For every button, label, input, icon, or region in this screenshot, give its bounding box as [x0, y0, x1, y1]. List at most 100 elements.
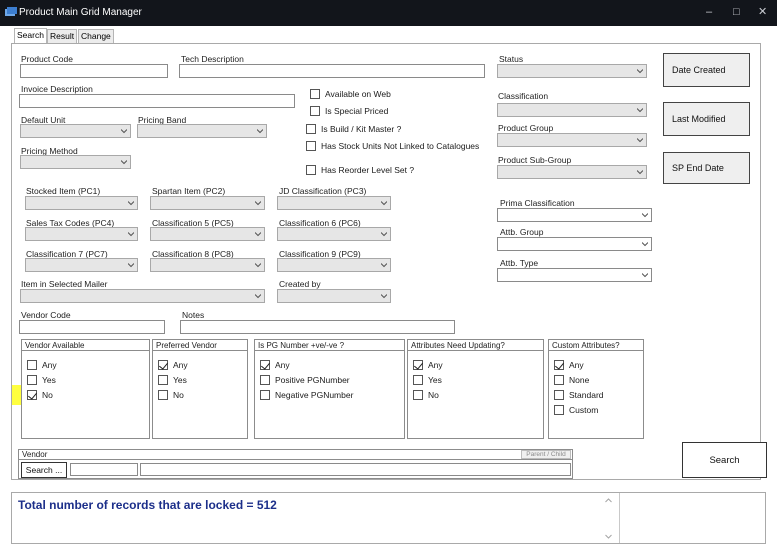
- maximize-icon[interactable]: □: [733, 5, 740, 19]
- stocked-item-label: Stocked Item (PC1): [26, 186, 101, 196]
- checkbox-label: Any: [42, 360, 57, 370]
- product-group-dropdown[interactable]: [497, 133, 647, 147]
- tech-description-label: Tech Description: [181, 54, 244, 64]
- chevron-down-icon: [128, 201, 134, 206]
- status-label: Status: [499, 54, 524, 64]
- chevron-down-icon: [381, 232, 387, 237]
- parent-child-toggle[interactable]: Parent / Child: [521, 450, 571, 459]
- chevron-down-icon: [381, 201, 387, 206]
- created-by-dropdown[interactable]: [277, 289, 391, 303]
- vendor-search-group: Vendor Parent / Child Search ...: [18, 449, 573, 479]
- notes-input[interactable]: [180, 320, 455, 334]
- product-sub-group-dropdown[interactable]: [497, 165, 647, 179]
- classification-dropdown[interactable]: [497, 103, 647, 117]
- attb-group-dropdown[interactable]: [497, 237, 652, 251]
- tab-search[interactable]: Search: [14, 28, 47, 43]
- item-in-selected-mailer-dropdown[interactable]: [20, 289, 265, 303]
- checkbox-label: Available on Web: [325, 89, 391, 99]
- chevron-down-icon: [128, 232, 134, 237]
- group-title: Is PG Number +ve/-ve ?: [258, 341, 345, 350]
- date-created-button[interactable]: Date Created: [663, 53, 750, 87]
- checkbox[interactable]: [554, 405, 564, 415]
- checkbox[interactable]: [158, 375, 168, 385]
- checkbox[interactable]: [554, 360, 564, 370]
- classification5-dropdown[interactable]: [150, 227, 265, 241]
- title-bar: Product Main Grid Manager – □ ✕: [0, 0, 777, 26]
- chevron-down-icon: [121, 129, 127, 134]
- attb-type-dropdown[interactable]: [497, 268, 652, 282]
- checkbox[interactable]: [158, 390, 168, 400]
- group-title: Vendor Available: [25, 341, 85, 350]
- scrollbar[interactable]: [602, 495, 615, 542]
- item-in-selected-mailer-label: Item in Selected Mailer: [21, 279, 108, 289]
- vendor-id-input[interactable]: [70, 463, 138, 476]
- jd-classification-dropdown[interactable]: [277, 196, 391, 210]
- chevron-down-icon: [257, 129, 263, 134]
- checkbox[interactable]: [27, 390, 37, 400]
- product-code-input[interactable]: [20, 64, 168, 78]
- vendor-name-input[interactable]: [140, 463, 571, 476]
- vendor-code-label: Vendor Code: [21, 310, 71, 320]
- checkbox[interactable]: [306, 165, 316, 175]
- group-title: Custom Attributes?: [552, 341, 620, 350]
- attributes-need-updating-group: Attributes Need Updating? Any Yes No: [407, 339, 544, 439]
- checkbox-label: Is Build / Kit Master ?: [321, 124, 402, 134]
- group-divider: [153, 350, 247, 351]
- checkbox[interactable]: [260, 390, 270, 400]
- checkbox-label: Standard: [569, 390, 604, 400]
- checkbox-label: Yes: [173, 375, 187, 385]
- chevron-down-icon: [381, 294, 387, 299]
- checkbox[interactable]: [413, 375, 423, 385]
- classification8-dropdown[interactable]: [150, 258, 265, 272]
- sp-end-date-button[interactable]: SP End Date: [663, 152, 750, 184]
- invoice-description-input[interactable]: [19, 94, 295, 108]
- default-unit-dropdown[interactable]: [20, 124, 131, 138]
- tech-description-input[interactable]: [179, 64, 485, 78]
- search-button[interactable]: Search: [682, 442, 767, 478]
- spartan-item-dropdown[interactable]: [150, 196, 265, 210]
- sales-tax-codes-dropdown[interactable]: [25, 227, 138, 241]
- checkbox[interactable]: [310, 106, 320, 116]
- checkbox[interactable]: [27, 375, 37, 385]
- chevron-down-icon: [255, 201, 261, 206]
- checkbox[interactable]: [158, 360, 168, 370]
- classification9-dropdown[interactable]: [277, 258, 391, 272]
- group-divider: [255, 350, 404, 351]
- checkbox[interactable]: [306, 141, 316, 151]
- checkbox[interactable]: [260, 375, 270, 385]
- checkbox-label: Any: [173, 360, 188, 370]
- group-divider: [549, 350, 643, 351]
- checkbox-label: Is Special Priced: [325, 106, 389, 116]
- group-divider: [19, 459, 572, 460]
- product-code-label: Product Code: [21, 54, 73, 64]
- checkbox-label: Custom: [569, 405, 599, 415]
- checkbox[interactable]: [554, 375, 564, 385]
- stocked-item-dropdown[interactable]: [25, 196, 138, 210]
- classification6-dropdown[interactable]: [277, 227, 391, 241]
- checkbox[interactable]: [260, 360, 270, 370]
- last-modified-button[interactable]: Last Modified: [663, 102, 750, 136]
- classification7-dropdown[interactable]: [25, 258, 138, 272]
- chevron-down-icon: [255, 263, 261, 268]
- checkbox[interactable]: [413, 360, 423, 370]
- checkbox-label: Any: [275, 360, 290, 370]
- close-icon[interactable]: ✕: [758, 5, 767, 19]
- checkbox[interactable]: [554, 390, 564, 400]
- tab-result[interactable]: Result: [47, 29, 78, 43]
- tab-change[interactable]: Change: [78, 29, 114, 43]
- pricing-method-dropdown[interactable]: [20, 155, 131, 169]
- checkbox[interactable]: [413, 390, 423, 400]
- status-dropdown[interactable]: [497, 64, 647, 78]
- vendor-code-input[interactable]: [19, 320, 165, 334]
- checkbox[interactable]: [27, 360, 37, 370]
- chevron-down-icon: [637, 138, 643, 143]
- checkbox[interactable]: [306, 124, 316, 134]
- group-divider: [408, 350, 543, 351]
- checkbox-label: None: [569, 375, 590, 385]
- checkbox[interactable]: [310, 89, 320, 99]
- vendor-search-button[interactable]: Search ...: [21, 462, 67, 478]
- chevron-down-icon: [637, 108, 643, 113]
- prima-classification-dropdown[interactable]: [497, 208, 652, 222]
- pricing-band-dropdown[interactable]: [137, 124, 267, 138]
- minimize-icon[interactable]: –: [706, 5, 712, 19]
